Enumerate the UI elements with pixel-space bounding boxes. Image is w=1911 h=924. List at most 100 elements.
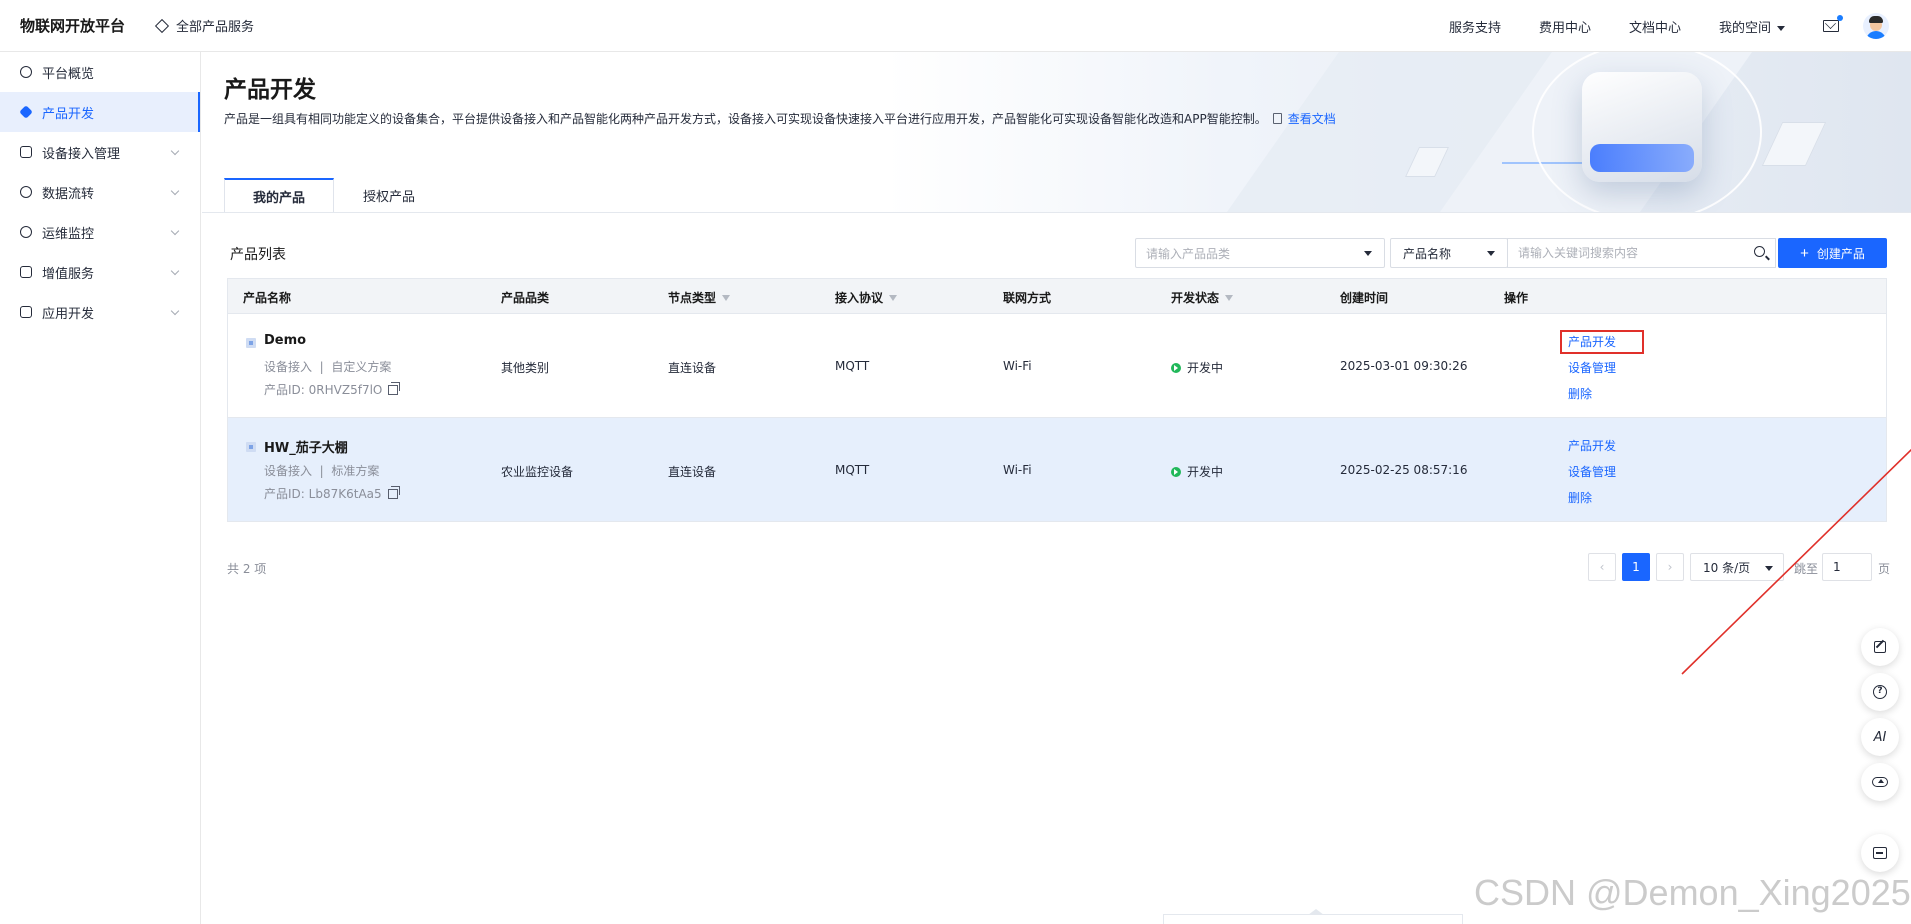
status-label: 开发中	[1187, 361, 1224, 375]
sidebar-item-ops-monitor[interactable]: 运维监控	[0, 212, 200, 252]
sidebar-item-overview[interactable]: 平台概览	[0, 52, 200, 92]
tab-my-products[interactable]: 我的产品	[224, 178, 334, 212]
column-header-label: 节点类型	[668, 291, 717, 305]
create-product-button[interactable]: + 创建产品	[1778, 238, 1887, 268]
product-access-info: 设备接入 | 标准方案	[264, 464, 380, 478]
sidebar: 平台概览 产品开发 设备接入管理 数据流转 运维监控 增值服务 应用开发	[0, 52, 201, 924]
user-avatar[interactable]	[1863, 13, 1889, 39]
search-field-select[interactable]: 产品名称	[1390, 238, 1508, 268]
column-header-label: 开发状态	[1171, 291, 1220, 305]
access-type: 设备接入	[264, 464, 313, 478]
document-icon	[1272, 113, 1282, 124]
filter-icon[interactable]	[889, 295, 898, 301]
sidebar-item-device-access[interactable]: 设备接入管理	[0, 132, 200, 172]
sidebar-item-app-dev[interactable]: 应用开发	[0, 292, 200, 332]
product-id: 产品ID: 0RHVZ5f7lO	[264, 381, 401, 398]
sidebar-item-value-added[interactable]: 增值服务	[0, 252, 200, 292]
all-products-menu[interactable]: 全部产品服务	[154, 16, 254, 35]
sidebar-item-label: 平台概览	[42, 66, 95, 82]
device-icon	[20, 146, 32, 158]
send-icon	[20, 266, 32, 278]
docs-center-link[interactable]: 文档中心	[1629, 17, 1681, 36]
column-header-actions: 操作	[1504, 291, 1529, 305]
product-icon	[246, 338, 256, 348]
column-header-name: 产品名称	[243, 291, 292, 305]
dev-status: 开发中	[1171, 359, 1223, 376]
search-input[interactable]	[1507, 238, 1747, 268]
cloud-upload-button[interactable]	[1861, 763, 1899, 801]
plus-icon: +	[1800, 244, 1809, 262]
sidebar-item-data-flow[interactable]: 数据流转	[0, 172, 200, 212]
column-header-label: 接入协议	[835, 291, 884, 305]
feedback-button[interactable]	[1861, 628, 1899, 666]
product-table: 产品名称 产品品类 节点类型 接入协议 联网方式 开发状态 创建时间 操作 De…	[227, 278, 1887, 522]
sidebar-item-label: 运维监控	[42, 226, 95, 242]
search-button[interactable]	[1746, 238, 1776, 268]
device-manage-action[interactable]: 设备管理	[1568, 359, 1616, 376]
platform-brand[interactable]: 物联网开放平台	[20, 15, 125, 36]
table-row: Demo 设备接入 | 自定义方案 产品ID: 0RHVZ5f7lO 其他类别 …	[228, 313, 1886, 417]
page-number-current[interactable]: 1	[1622, 553, 1650, 581]
cube-icon	[19, 105, 33, 119]
my-space-dropdown[interactable]: 我的空间	[1719, 17, 1785, 36]
category-select[interactable]: 请输入产品品类	[1135, 238, 1385, 268]
overview-icon	[20, 66, 32, 78]
chevron-down-icon	[170, 186, 180, 196]
product-icon	[246, 442, 256, 452]
view-docs-link[interactable]: 查看文档	[1288, 112, 1336, 126]
collapse-panel-button[interactable]	[1861, 834, 1899, 872]
bottom-drawer-handle[interactable]	[1163, 914, 1463, 924]
filter-icon[interactable]	[1225, 295, 1234, 301]
notification-dot	[1837, 15, 1843, 21]
protocol: MQTT	[835, 463, 870, 477]
tab-authorized-products[interactable]: 授权产品	[334, 178, 444, 212]
sidebar-item-label: 增值服务	[42, 266, 95, 282]
chevron-down-icon	[170, 146, 180, 156]
ai-icon: AI	[1873, 729, 1887, 745]
edit-icon	[1874, 641, 1886, 653]
tab-divider	[202, 212, 1911, 213]
solution-type: 标准方案	[331, 464, 380, 478]
page-description: 产品是一组具有相同功能定义的设备集合，平台提供设备接入和产品智能化两种产品开发方…	[224, 110, 1336, 127]
delete-action[interactable]: 删除	[1568, 489, 1592, 506]
dev-status: 开发中	[1171, 463, 1223, 480]
help-button[interactable]: ?	[1861, 673, 1899, 711]
app-icon	[20, 306, 32, 318]
column-header-node-type[interactable]: 节点类型	[668, 289, 731, 306]
solution-type: 自定义方案	[331, 360, 392, 374]
chevron-down-icon	[170, 266, 180, 276]
chevron-down-icon	[170, 306, 180, 316]
watermark: CSDN @Demon_Xing2025	[1474, 872, 1911, 913]
copy-icon[interactable]	[388, 382, 401, 395]
table-header: 产品名称 产品品类 节点类型 接入协议 联网方式 开发状态 创建时间 操作	[228, 279, 1886, 313]
ai-assistant-button[interactable]: AI	[1861, 718, 1899, 756]
sidebar-item-product-dev[interactable]: 产品开发	[0, 92, 200, 132]
copy-icon[interactable]	[387, 486, 400, 499]
status-play-icon	[1171, 363, 1181, 373]
chevron-down-icon	[170, 226, 180, 236]
sidebar-item-label: 数据流转	[42, 186, 95, 202]
product-id-label: 产品ID:	[264, 487, 305, 501]
product-name[interactable]: HW_茄子大棚	[264, 437, 348, 456]
product-id: 产品ID: Lb87K6tAa5	[264, 485, 400, 502]
device-manage-action[interactable]: 设备管理	[1568, 463, 1616, 480]
service-support-link[interactable]: 服务支持	[1449, 17, 1501, 36]
product-dev-action[interactable]: 产品开发	[1568, 333, 1616, 350]
delete-action[interactable]: 删除	[1568, 385, 1592, 402]
column-header-status[interactable]: 开发状态	[1171, 289, 1234, 306]
column-header-protocol[interactable]: 接入协议	[835, 289, 898, 306]
mail-icon[interactable]	[1823, 15, 1843, 32]
sidebar-item-label: 产品开发	[42, 106, 95, 122]
product-category: 农业监控设备	[501, 465, 574, 479]
table-row: HW_茄子大棚 设备接入 | 标准方案 产品ID: Lb87K6tAa5 农业监…	[228, 417, 1886, 521]
product-dev-action[interactable]: 产品开发	[1568, 437, 1616, 454]
product-name[interactable]: Demo	[264, 333, 306, 348]
billing-center-link[interactable]: 费用中心	[1539, 17, 1591, 36]
access-type: 设备接入	[264, 360, 313, 374]
filter-icon[interactable]	[722, 295, 731, 301]
main-content: 产品开发 产品是一组具有相同功能定义的设备集合，平台提供设备接入和产品智能化两种…	[202, 52, 1911, 924]
prev-page-button[interactable]: ‹	[1588, 553, 1616, 581]
panel-icon	[1873, 847, 1887, 859]
total-count: 共 2 项	[227, 562, 267, 576]
description-text: 产品是一组具有相同功能定义的设备集合，平台提供设备接入和产品智能化两种产品开发方…	[224, 112, 1267, 126]
